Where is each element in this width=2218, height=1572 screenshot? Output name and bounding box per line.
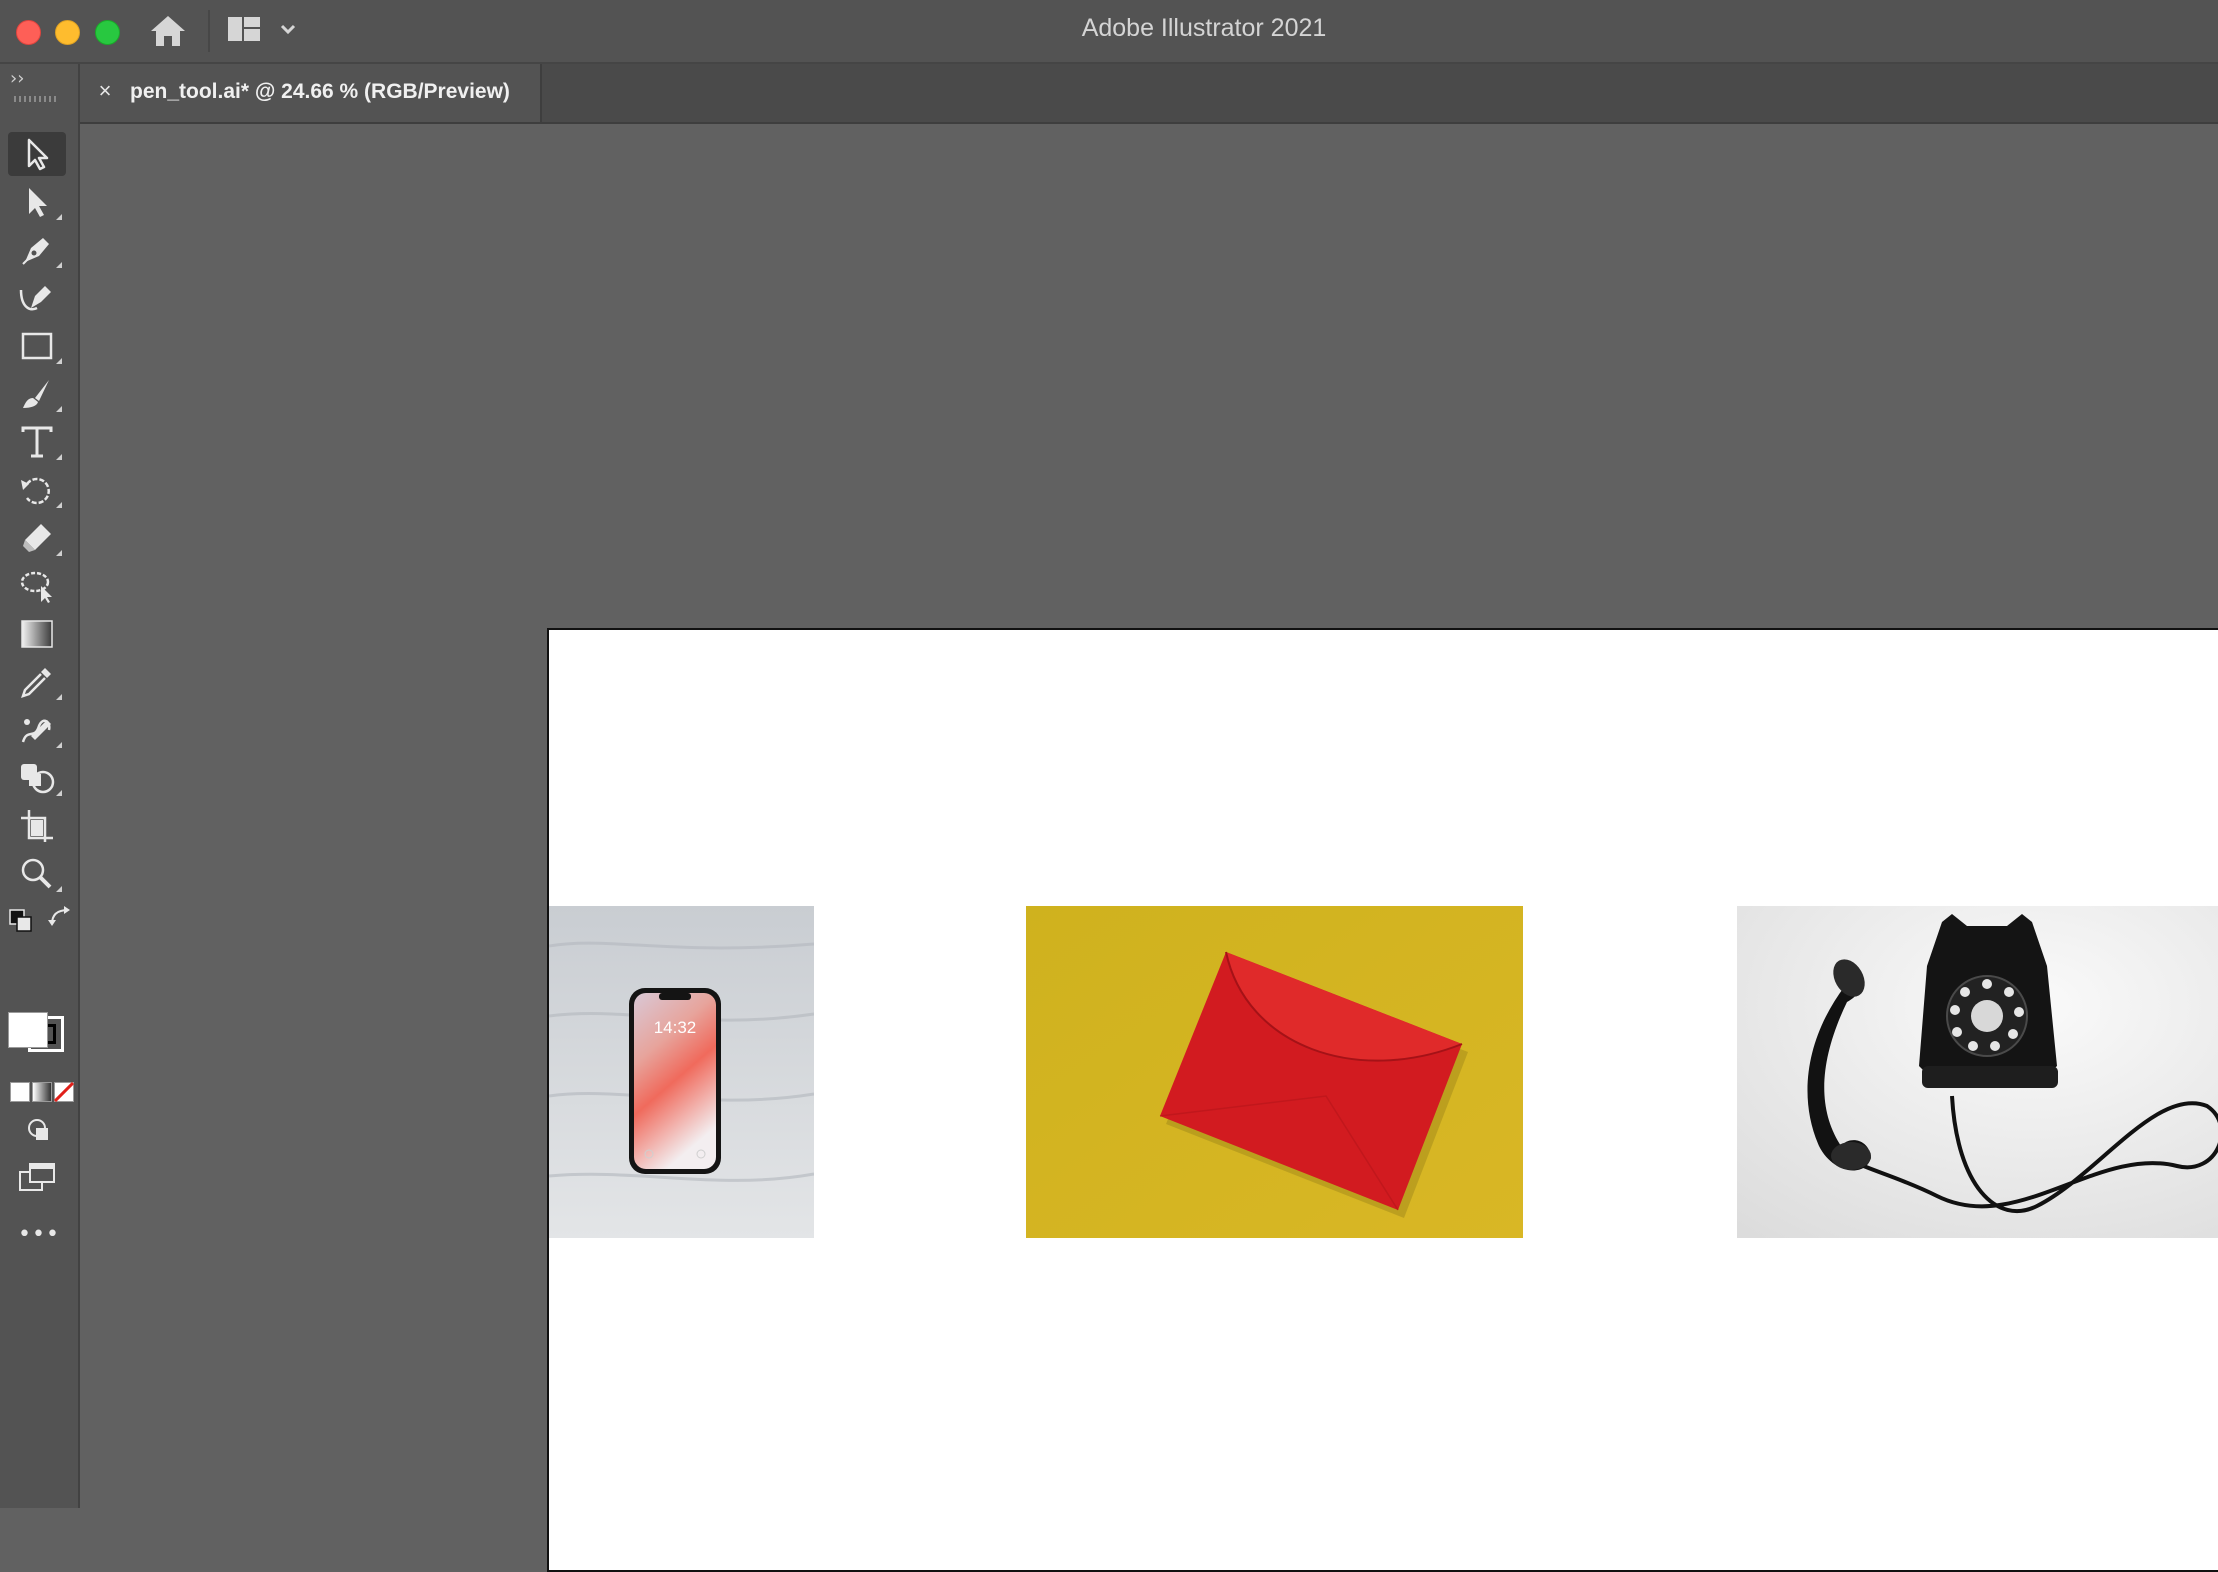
zoom-tool[interactable] <box>8 852 66 896</box>
swap-fill-stroke-icon[interactable] <box>48 906 74 932</box>
color-mode-button[interactable] <box>10 1082 30 1102</box>
document-tab-bar: × pen_tool.ai* @ 24.66 % (RGB/Preview) <box>80 64 2218 124</box>
lock-screen-time: 14:32 <box>654 1018 697 1037</box>
smartphone-image: 14:32 <box>549 906 814 1238</box>
eraser-icon <box>23 524 51 552</box>
envelope-image <box>1026 906 1523 1238</box>
eyedropper-tool[interactable] <box>8 660 66 704</box>
fill-swatch[interactable] <box>8 1012 48 1048</box>
screen-mode-icon[interactable] <box>18 1162 58 1194</box>
telephone-image <box>1737 906 2218 1238</box>
selection-arrow-icon <box>27 138 49 171</box>
lasso-icon <box>20 571 52 603</box>
rotate-tool[interactable] <box>8 468 66 512</box>
rotate-arrow-icon <box>21 477 50 505</box>
pen-tool[interactable] <box>8 228 66 272</box>
type-t-icon <box>21 426 53 458</box>
artboard-icon <box>21 810 53 842</box>
canvas-area[interactable]: 14:32 <box>80 124 2218 1572</box>
app-title: Adobe Illustrator 2021 <box>1081 14 1327 42</box>
red-envelope-photo[interactable] <box>1026 906 1523 1238</box>
smartphone-photo[interactable]: 14:32 <box>549 906 814 1238</box>
draw-mode-icon[interactable] <box>24 1116 54 1144</box>
type-tool[interactable] <box>8 420 66 464</box>
rectangle-icon <box>21 332 53 360</box>
curvature-tool[interactable] <box>8 276 66 320</box>
document-tab[interactable]: × pen_tool.ai* @ 24.66 % (RGB/Preview) <box>80 64 542 122</box>
puppet-warp-icon <box>21 719 51 743</box>
magnifier-icon <box>21 858 52 889</box>
artboard-tool[interactable] <box>8 804 66 848</box>
close-tab-button[interactable]: × <box>94 78 116 104</box>
eraser-tool[interactable] <box>8 516 66 560</box>
tools-panel: ›› ••• <box>0 64 80 1508</box>
rectangle-tool[interactable] <box>8 324 66 368</box>
panel-grip[interactable] <box>14 96 56 102</box>
eyedropper-icon <box>21 668 51 698</box>
direct-selection-arrow-icon <box>29 188 47 217</box>
shape-builder-icon <box>21 764 55 794</box>
selection-tool[interactable] <box>8 132 66 176</box>
gradient-tool[interactable] <box>8 612 66 656</box>
collapse-panel-button[interactable]: ›› <box>10 68 24 89</box>
direct-selection-tool[interactable] <box>8 180 66 224</box>
pen-nib-icon <box>22 238 49 265</box>
shape-builder-tool[interactable] <box>8 756 66 800</box>
lasso-tool[interactable] <box>8 564 66 608</box>
gradient-icon <box>21 620 53 648</box>
default-fill-stroke-icon[interactable] <box>8 908 34 934</box>
paintbrush-icon <box>23 380 49 408</box>
curvature-pen-icon <box>19 286 51 311</box>
title-bar: Adobe Illustrator 2021 <box>0 0 2218 64</box>
artboard[interactable]: 14:32 <box>547 628 2218 1572</box>
rotary-telephone-photo[interactable] <box>1737 906 2218 1238</box>
document-tab-title: pen_tool.ai* @ 24.66 % (RGB/Preview) <box>130 80 510 103</box>
none-mode-icon[interactable] <box>54 1082 74 1102</box>
gradient-mode-button[interactable] <box>32 1082 52 1102</box>
edit-toolbar-button[interactable]: ••• <box>0 1222 78 1247</box>
puppet-warp-tool[interactable] <box>8 708 66 752</box>
paintbrush-tool[interactable] <box>8 372 66 416</box>
